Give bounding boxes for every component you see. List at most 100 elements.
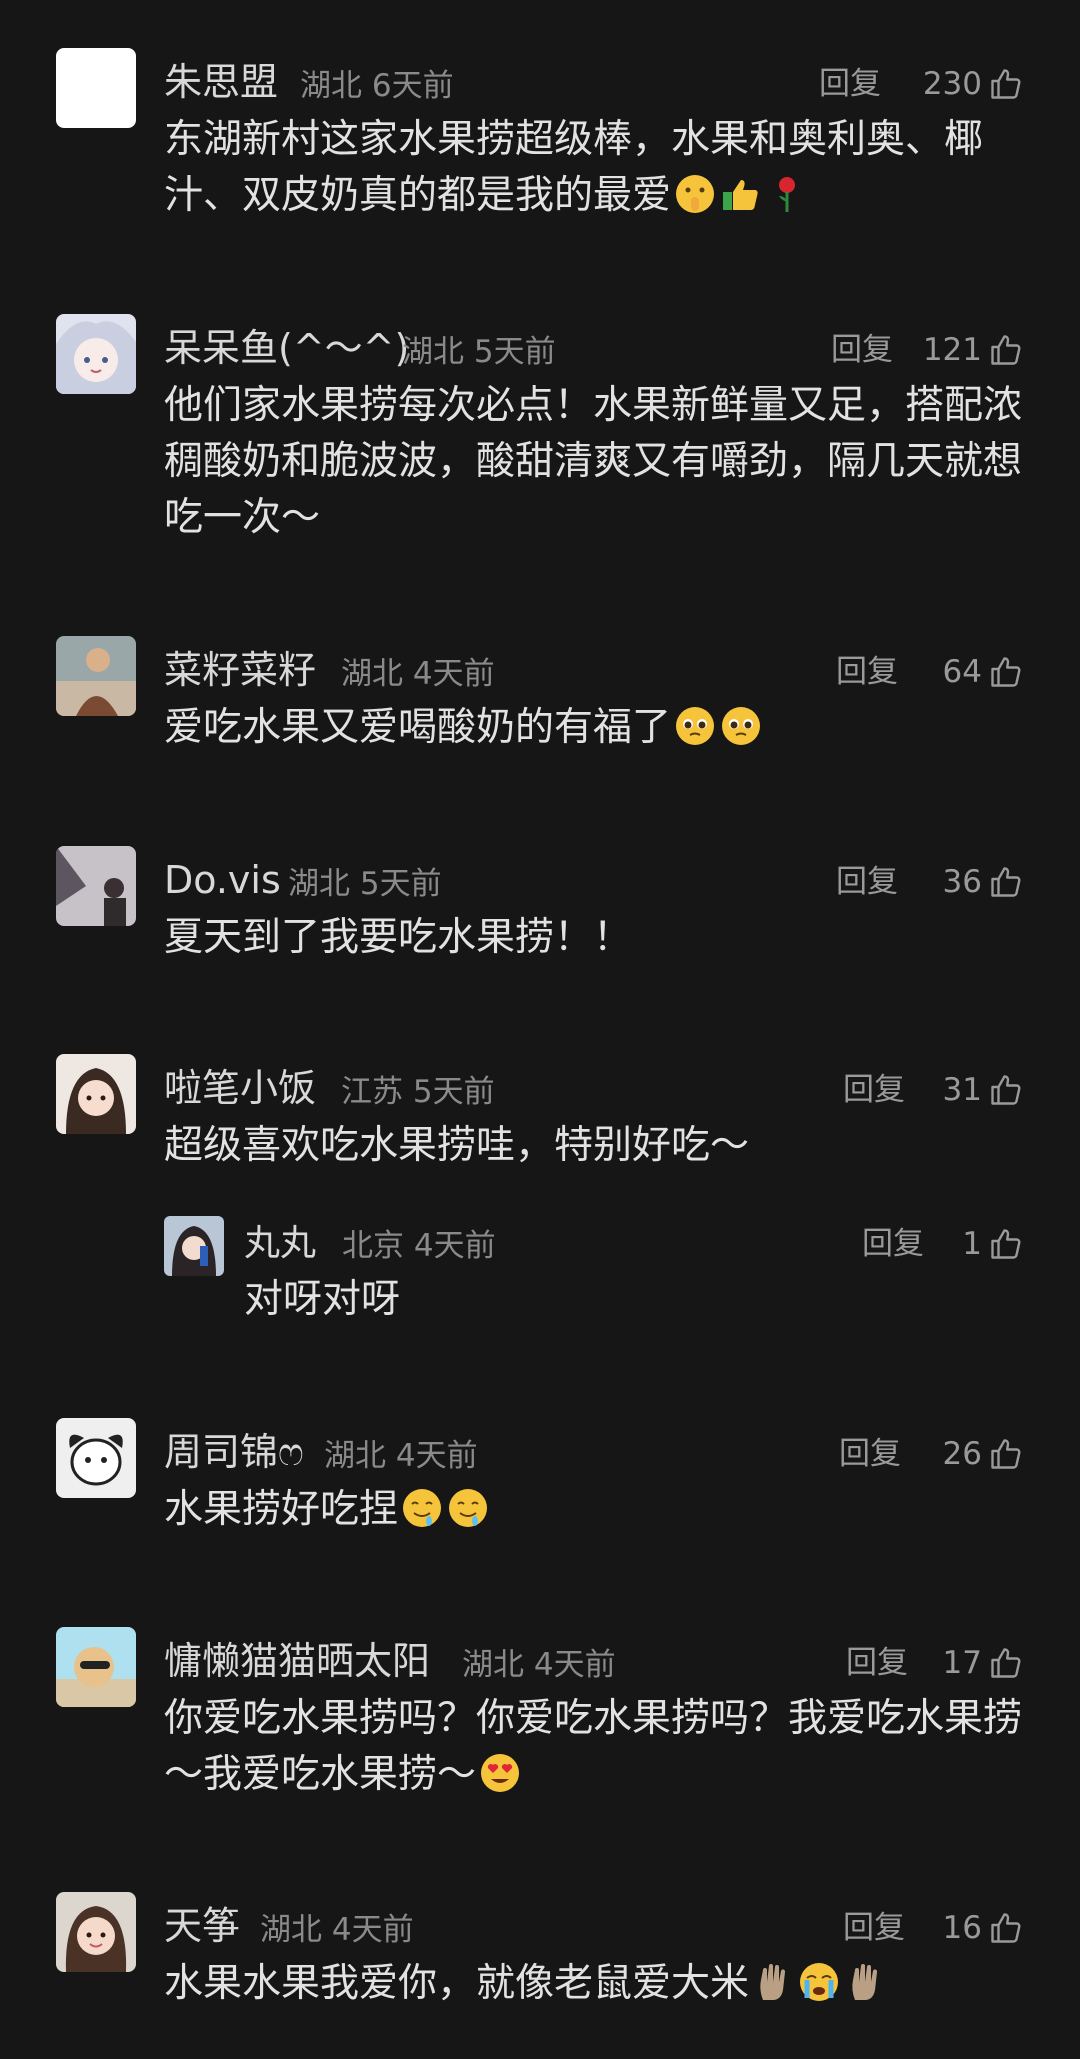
comment-body: 夏天到了我要吃水果捞！！	[164, 915, 633, 960]
like-button[interactable]: 16	[943, 1906, 1024, 1950]
drooling-face-icon	[400, 1486, 444, 1530]
like-count: 121	[922, 332, 982, 368]
comment-body: 水果水果我爱你，就像老鼠爱大米	[164, 1961, 750, 2006]
comment-text: 对呀对呀	[244, 1272, 1080, 1328]
comment-text: 东湖新村这家水果捞超级棒，水果和奥利奥、椰汁、双皮奶真的都是我的最爱	[164, 112, 1024, 224]
like-button[interactable]: 31	[943, 1068, 1024, 1112]
reply-button[interactable]: 回复	[843, 1068, 905, 1112]
username[interactable]: 天筝	[164, 1902, 240, 1950]
reply-button[interactable]: 回复	[831, 328, 893, 372]
location: 湖北	[402, 334, 464, 370]
heart-eyes-face-icon	[478, 1751, 522, 1795]
comment-text: 他们家水果捞每次必点！水果新鲜量又足，搭配浓稠酸奶和脆波波，酸甜清爽又有嚼劲，隔…	[164, 378, 1024, 546]
crying-face-icon	[797, 1960, 841, 2004]
thumbs-up-icon	[991, 1439, 1021, 1469]
username[interactable]: 朱思盟	[164, 58, 278, 106]
username[interactable]: 菜籽菜籽	[164, 646, 316, 694]
comment-meta: 湖北 4天前	[341, 654, 495, 694]
raised-hand-icon	[843, 1960, 887, 2004]
like-count: 16	[942, 1910, 982, 1946]
avatar[interactable]	[56, 846, 136, 926]
pleading-face-icon	[719, 704, 763, 748]
reply-button[interactable]: 回复	[836, 650, 898, 694]
thumbs-up-icon	[991, 1648, 1021, 1678]
comment-body: 对呀对呀	[244, 1277, 401, 1322]
like-button[interactable]: 121	[923, 328, 1024, 372]
location: 湖北	[300, 68, 362, 104]
like-button[interactable]: 64	[943, 650, 1024, 694]
avatar[interactable]	[56, 48, 136, 128]
reply-button[interactable]: 回复	[862, 1222, 924, 1266]
avatar[interactable]	[56, 314, 136, 394]
like-button[interactable]: 230	[923, 62, 1024, 106]
avatar[interactable]	[56, 1892, 136, 1972]
thumbs-up-icon	[991, 335, 1021, 365]
comment-text: 超级喜欢吃水果捞哇，特别好吃～	[164, 1118, 1024, 1174]
like-count: 230	[922, 66, 982, 102]
comment-meta: 湖北 6天前	[300, 66, 454, 106]
avatar[interactable]	[56, 1627, 136, 1707]
like-button[interactable]: 1	[962, 1222, 1024, 1266]
comment-meta: 湖北 4天前	[462, 1645, 616, 1685]
like-count: 31	[942, 1072, 982, 1108]
comment-text: 水果水果我爱你，就像老鼠爱大米	[164, 1956, 1024, 2012]
like-button[interactable]: 36	[943, 860, 1024, 904]
comment-text: 爱吃水果又爱喝酸奶的有福了	[164, 700, 1024, 756]
like-button[interactable]: 17	[943, 1641, 1024, 1685]
username[interactable]: 周司锦ෆ	[164, 1428, 304, 1476]
timestamp: 4天前	[395, 1438, 478, 1474]
thumbs-up-icon	[991, 69, 1021, 99]
reply-button[interactable]: 回复	[846, 1641, 908, 1685]
thumbs-up-emoji-icon	[719, 172, 763, 216]
like-count: 36	[942, 864, 982, 900]
avatar[interactable]	[164, 1216, 224, 1276]
comment-meta: 湖北 5天前	[402, 332, 556, 372]
avatar[interactable]	[56, 1054, 136, 1134]
like-count: 26	[942, 1436, 982, 1472]
timestamp: 6天前	[371, 68, 454, 104]
timestamp: 5天前	[473, 334, 556, 370]
comment-body: 他们家水果捞每次必点！水果新鲜量又足，搭配浓稠酸奶和脆波波，酸甜清爽又有嚼劲，隔…	[164, 383, 1023, 540]
timestamp: 4天前	[412, 656, 495, 692]
thumbs-up-icon	[991, 867, 1021, 897]
thumbs-up-icon	[991, 1913, 1021, 1943]
like-count: 64	[942, 654, 982, 690]
reply-button[interactable]: 回复	[843, 1906, 905, 1950]
reply-button[interactable]: 回复	[839, 1432, 901, 1476]
waving-hand-icon	[751, 1960, 795, 2004]
comment-meta: 北京 4天前	[342, 1226, 496, 1266]
timestamp: 4天前	[413, 1228, 496, 1264]
comment-body: 爱吃水果又爱喝酸奶的有福了	[164, 705, 672, 750]
avatar[interactable]	[56, 1418, 136, 1498]
thumbs-up-icon	[991, 657, 1021, 687]
comment-meta: 湖北 5天前	[288, 864, 442, 904]
username[interactable]: 呆呆鱼(^～^)	[164, 324, 409, 372]
comment-text: 夏天到了我要吃水果捞！！	[164, 910, 1024, 966]
comment-meta: 湖北 4天前	[260, 1910, 414, 1950]
thumbs-up-icon	[991, 1229, 1021, 1259]
rose-icon	[765, 172, 809, 216]
reply-button[interactable]: 回复	[819, 62, 881, 106]
location: 北京	[342, 1228, 404, 1264]
username[interactable]: 啦笔小饭	[164, 1064, 316, 1112]
username[interactable]: Do.vis	[164, 856, 281, 904]
comment-text: 你爱吃水果捞吗？你爱吃水果捞吗？我爱吃水果捞～我爱吃水果捞～	[164, 1691, 1024, 1803]
comment-body: 你爱吃水果捞吗？你爱吃水果捞吗？我爱吃水果捞～我爱吃水果捞～	[164, 1696, 1023, 1797]
like-button[interactable]: 26	[943, 1432, 1024, 1476]
timestamp: 5天前	[359, 866, 442, 902]
shushing-face-icon	[673, 172, 717, 216]
reply-button[interactable]: 回复	[836, 860, 898, 904]
location: 湖北	[341, 656, 403, 692]
thumbs-up-icon	[991, 1075, 1021, 1105]
timestamp: 4天前	[533, 1647, 616, 1683]
comment-body: 水果捞好吃捏	[164, 1487, 399, 1532]
like-count: 1	[962, 1226, 982, 1262]
timestamp: 4天前	[331, 1912, 414, 1948]
pleading-face-icon	[673, 704, 717, 748]
timestamp: 5天前	[412, 1074, 495, 1110]
comment-feed: 朱思盟 湖北 6天前 回复 230 东湖新村这家水果捞超级棒，水果和奥利奥、椰汁…	[0, 0, 1080, 2059]
avatar[interactable]	[56, 636, 136, 716]
location: 湖北	[462, 1647, 524, 1683]
username[interactable]: 丸丸	[244, 1220, 316, 1268]
username[interactable]: 慵懒猫猫晒太阳	[164, 1637, 430, 1685]
